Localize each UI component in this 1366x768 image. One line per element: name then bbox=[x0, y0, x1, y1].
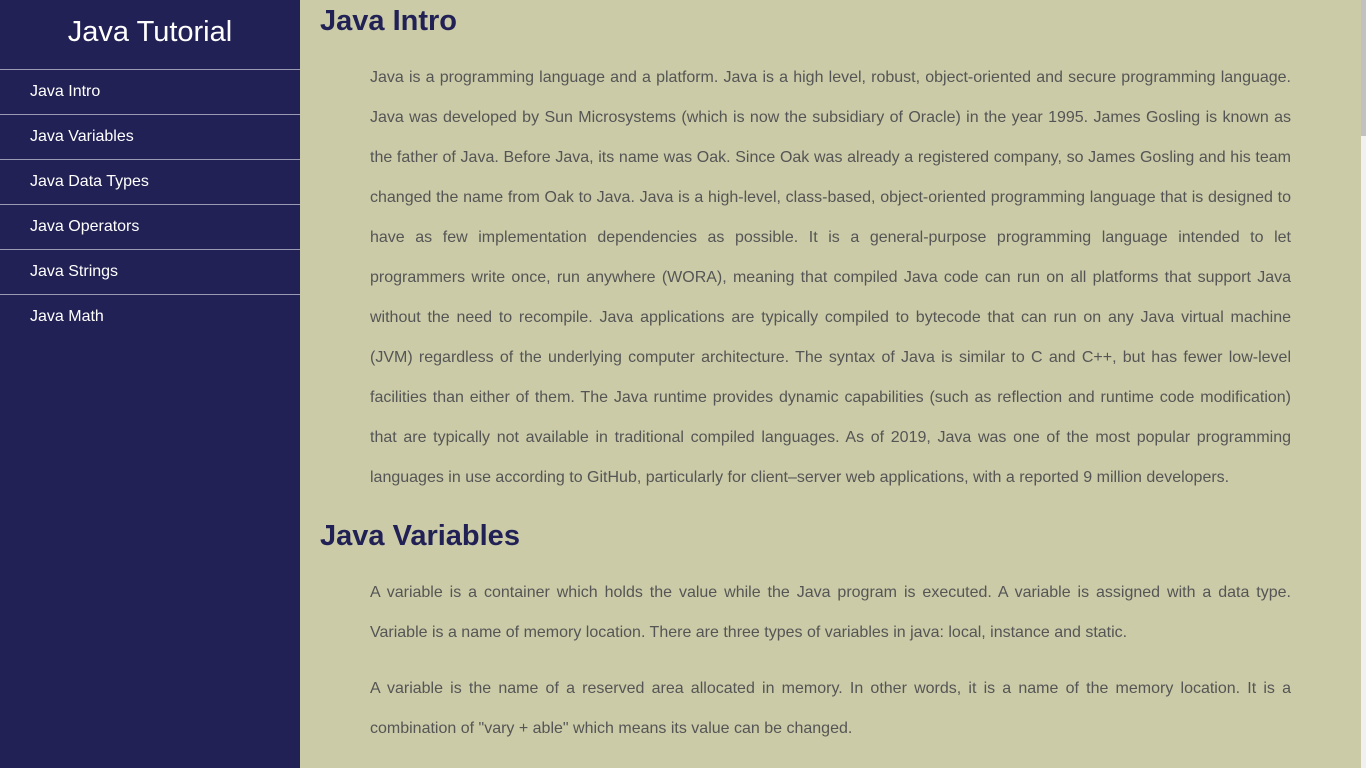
section-title-java-intro: Java Intro bbox=[320, 5, 457, 37]
page: Java Tutorial Java Intro Java Variables … bbox=[0, 0, 1366, 768]
sidebar-title: Java Tutorial bbox=[67, 16, 233, 48]
sidebar-item-java-strings[interactable]: Java Strings bbox=[0, 250, 300, 295]
sidebar: Java Tutorial Java Intro Java Variables … bbox=[0, 0, 300, 768]
section-paragraph-java-intro: Java is a programming language and a pla… bbox=[370, 69, 1291, 486]
section-title-java-variables: Java Variables bbox=[320, 520, 520, 552]
sidebar-item-java-data-types[interactable]: Java Data Types bbox=[0, 160, 300, 205]
sidebar-item-java-intro[interactable]: Java Intro bbox=[0, 70, 300, 115]
section-paragraph-java-variables-2: A variable is the name of a reserved are… bbox=[370, 680, 1291, 737]
sidebar-item-java-math[interactable]: Java Math bbox=[0, 295, 300, 339]
sidebar-nav: Java Intro Java Variables Java Data Type… bbox=[0, 69, 300, 339]
sidebar-item-java-variables[interactable]: Java Variables bbox=[0, 115, 300, 160]
scrollbar-thumb[interactable] bbox=[1361, 0, 1366, 136]
sidebar-item-java-operators[interactable]: Java Operators bbox=[0, 205, 300, 250]
section-paragraph-java-variables-1: A variable is a container which holds th… bbox=[370, 584, 1291, 641]
main-content: Java Intro Java is a programming languag… bbox=[300, 0, 1361, 768]
vertical-scrollbar[interactable] bbox=[1361, 0, 1366, 768]
